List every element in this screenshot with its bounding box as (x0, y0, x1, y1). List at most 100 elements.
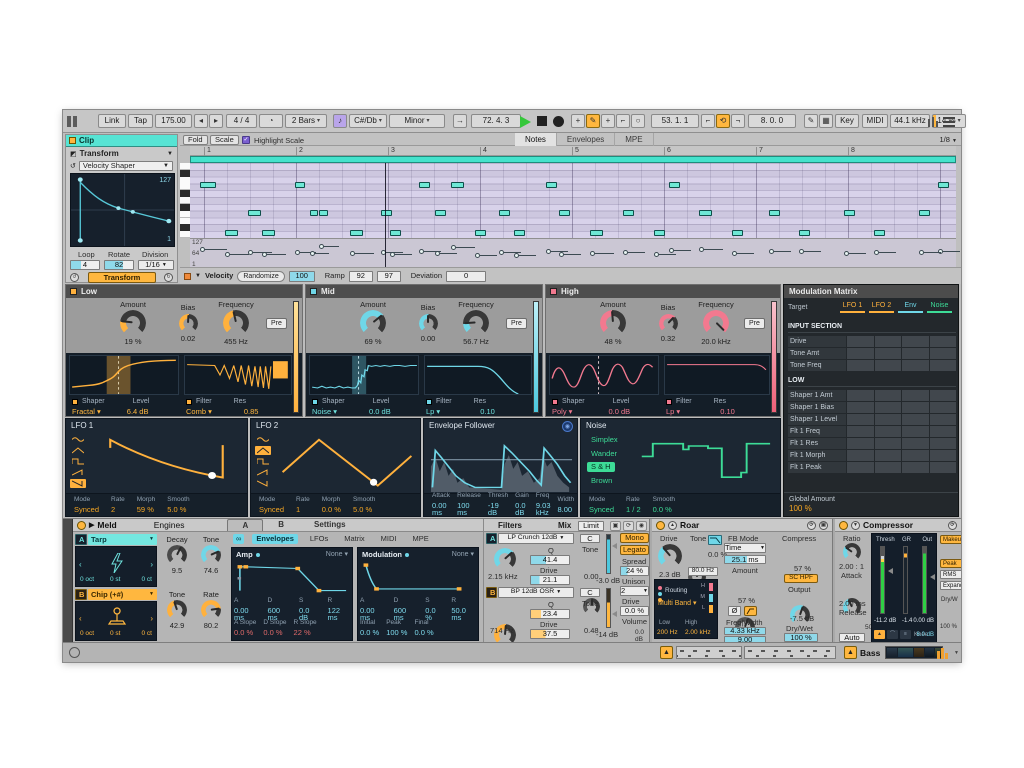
param[interactable]: Morph0.0 % (322, 497, 341, 513)
track-warning-icon[interactable]: ▲ (844, 646, 857, 659)
voice-drive-field[interactable]: 0.0 % (620, 606, 649, 616)
filter-b-freq-value[interactable]: 714 Hz (490, 627, 514, 635)
matrix-cell[interactable] (847, 348, 874, 359)
transform-next-icon[interactable]: ↻ (164, 273, 173, 282)
matrix-column-noise[interactable]: Noise (927, 302, 952, 313)
computer-midi-keyboard-icon[interactable]: ▦ (819, 114, 833, 128)
matrix-cell[interactable] (847, 414, 874, 425)
fb-time-field[interactable]: 25.1 ms (724, 555, 766, 564)
peak-button[interactable]: Peak (940, 559, 961, 568)
low-filter-type-menu[interactable]: Comb ▾ (186, 408, 212, 416)
midi-note[interactable] (350, 230, 363, 236)
meld-subtab-matrix[interactable]: Matrix (340, 534, 368, 544)
matrix-cell[interactable] (875, 414, 902, 425)
lfo1-display[interactable] (92, 429, 244, 491)
device-chain-overview[interactable] (885, 646, 943, 659)
matrix-cell[interactable] (902, 462, 929, 473)
midi-note[interactable] (475, 230, 486, 236)
filter-a-type-menu[interactable]: LP Crunch 12dB▼ (498, 533, 574, 544)
play-button[interactable] (520, 116, 531, 128)
mid-bias-knob[interactable]: Bias 0.00 (408, 304, 448, 342)
low-level-value[interactable]: 6.4 dB (127, 408, 149, 416)
matrix-column-lfo2[interactable]: LFO 2 (869, 302, 894, 313)
midi-note[interactable] (559, 210, 570, 216)
amp-slope-values[interactable]: A Slope0.0 %D Slope0.0 %R Slope22 % (234, 620, 317, 636)
automation-arm-icon[interactable]: ✎ (586, 114, 600, 128)
high-shaper-type-menu[interactable]: Poly ▾ (552, 408, 572, 416)
noise-type-4[interactable]: Brown (587, 476, 616, 486)
refresh-icon[interactable]: ↺ (70, 163, 76, 170)
low-res-value[interactable]: 0.85 (244, 408, 259, 416)
noise-display[interactable] (639, 431, 777, 491)
menu-icon[interactable] (943, 117, 955, 126)
follow-icon[interactable]: → (453, 114, 467, 128)
param[interactable]: S0.0 % (425, 598, 444, 622)
metronome-icon[interactable]: ◔ (259, 114, 283, 128)
loop-switch-icon[interactable]: ⟲ (716, 114, 730, 128)
preset-icon[interactable]: ▣ (610, 521, 621, 531)
filter-a-q-field[interactable]: 41.4 (530, 555, 570, 565)
matrix-cell[interactable] (902, 390, 929, 401)
high-filter-display[interactable] (664, 355, 770, 395)
low-amount-knob[interactable]: Amount 19 % (110, 301, 156, 345)
param[interactable]: A0.00 ms (360, 598, 387, 622)
midi-note[interactable] (499, 210, 510, 216)
low-filter-display[interactable] (184, 355, 292, 395)
high-filter-type-menu[interactable]: Lp ▾ (666, 408, 680, 416)
midi-note[interactable] (874, 230, 885, 236)
transform-tool-menu[interactable]: Velocity Shaper▼ (79, 161, 173, 171)
mix-b-level-value[interactable]: -14 dB (596, 631, 618, 639)
matrix-cell[interactable] (875, 450, 902, 461)
matrix-cell[interactable] (847, 390, 874, 401)
engine-a-prev-icon[interactable]: ‹ (79, 561, 82, 569)
midi-note[interactable] (669, 182, 680, 188)
param[interactable]: D Slope0.0 % (263, 620, 286, 636)
matrix-cell[interactable] (875, 390, 902, 401)
mid-filter-type-menu[interactable]: Lp ▾ (426, 408, 440, 416)
noise-type-2[interactable]: Wander (587, 449, 621, 459)
lane-chooser-icon[interactable]: ▼ (195, 273, 201, 279)
draw-mode-icon[interactable]: ✎ (804, 114, 818, 128)
mod-stage-values[interactable]: Initial0.0 %Peak100 %Final0.0 % (360, 620, 434, 636)
high-bias-knob[interactable]: Bias 0.32 (648, 304, 688, 342)
roar-fold-icon[interactable]: ▲ (668, 521, 677, 530)
mod-mod-source-menu[interactable]: None ▾ (452, 551, 474, 558)
mid-shaper-enable[interactable] (312, 399, 318, 405)
param[interactable]: Smooth5.0 % (353, 497, 375, 513)
param[interactable]: D600 ms (268, 598, 292, 622)
amp-envelope-display[interactable] (234, 560, 352, 594)
record-button[interactable] (553, 116, 564, 127)
amp-mod-source-menu[interactable]: None ▾ (326, 551, 348, 558)
piano-key[interactable] (180, 231, 190, 238)
sc-hpf-button[interactable]: SC HPF (784, 574, 818, 583)
filter-a-drive-field[interactable]: 21.1 (530, 575, 570, 585)
param[interactable]: Thresh-19 dB (488, 493, 508, 517)
low-shaper-enable[interactable] (72, 399, 78, 405)
loop-start-field[interactable]: 53. 1. 1 (651, 114, 699, 128)
compress-value[interactable]: 57 % (794, 565, 811, 573)
loop-length-field[interactable]: 8. 0. 0 (748, 114, 796, 128)
legato-button[interactable]: Legato (620, 545, 649, 555)
low-bias-knob[interactable]: Bias 0.02 (168, 304, 208, 342)
midi-note[interactable] (248, 210, 261, 216)
matrix-column-env[interactable]: Env (898, 302, 923, 313)
re-enable-automation-icon[interactable]: ○ (631, 114, 645, 128)
scale-root-menu[interactable]: C#/Db (349, 114, 387, 128)
lock-icon[interactable]: ◉ (636, 521, 647, 531)
param[interactable]: A Slope0.0 % (234, 620, 256, 636)
param[interactable]: Release100 ms (457, 493, 481, 517)
matrix-cell[interactable] (930, 414, 957, 425)
high-filter-enable[interactable] (666, 399, 672, 405)
midi-note[interactable] (844, 210, 855, 216)
param[interactable]: Rate1 (296, 497, 310, 513)
matrix-cell[interactable] (902, 414, 929, 425)
midi-note[interactable] (310, 210, 318, 216)
session-record-icon[interactable]: ⌐ (616, 114, 630, 128)
filter-a-freq-value[interactable]: 2.15 kHz (488, 573, 518, 581)
matrix-cell[interactable] (847, 450, 874, 461)
info-view-toggle-icon[interactable] (69, 647, 80, 658)
collapsed-view-icon[interactable]: ≡ (900, 630, 911, 639)
param[interactable]: Rate1 / 2 (626, 497, 641, 513)
engine-b-oct[interactable]: 0 oct (80, 631, 94, 638)
roar-drive-knob[interactable] (658, 544, 682, 568)
